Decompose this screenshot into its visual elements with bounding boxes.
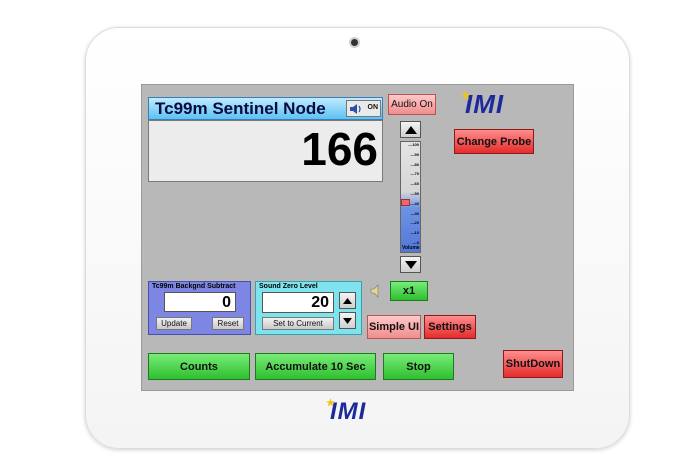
app-screen: Tc99m Sentinel Node ON 166 Audio On —100… (141, 84, 574, 391)
count-value: 166 (301, 123, 378, 175)
volume-tick: —20 (410, 220, 419, 226)
imi-logo: ★ IMI (461, 89, 505, 119)
mute-speaker-button[interactable] (370, 284, 384, 298)
device-logo: ★ IMI (326, 398, 367, 425)
sound-zero-label: Sound Zero Level (259, 283, 318, 290)
volume-label: Volume (402, 245, 420, 251)
speaker-icon (350, 104, 361, 114)
star-icon: ★ (461, 90, 472, 102)
stop-button[interactable]: Stop (383, 353, 454, 380)
volume-tick: —50 (410, 191, 419, 196)
arrow-down-icon (343, 317, 352, 324)
arrow-up-icon (343, 297, 352, 304)
simple-ui-button[interactable]: Simple UI (367, 315, 421, 339)
volume-tick: —40 (410, 200, 419, 206)
counts-button[interactable]: Counts (148, 353, 250, 380)
volume-down-button[interactable] (400, 256, 421, 273)
multiplier-button[interactable]: x1 (390, 281, 428, 301)
settings-button[interactable]: Settings (424, 315, 476, 339)
volume-tick: —30 (410, 210, 419, 216)
volume-slider[interactable]: —100 —90 —80 —70 —60 —50 —40 —30 —20 —10 —0 Volume (400, 141, 421, 253)
sound-zero-panel: Sound Zero Level 20 Set to Current (255, 281, 362, 335)
arrow-down-icon (404, 260, 417, 269)
count-display: 166 (148, 120, 383, 182)
reset-button[interactable]: Reset (212, 317, 244, 330)
volume-tick: —100 (408, 142, 419, 147)
star-icon: ★ (326, 398, 336, 409)
background-subtract-panel: Tc99m Backgnd Subtract 0 Update Reset (148, 281, 251, 335)
speaker-state-text: ON (367, 104, 379, 111)
volume-tick: —70 (410, 171, 419, 177)
sound-zero-down-button[interactable] (339, 312, 356, 329)
accumulate-button[interactable]: Accumulate 10 Sec (255, 353, 376, 380)
volume-up-button[interactable] (400, 121, 421, 138)
volume-tick: —60 (410, 181, 419, 187)
change-probe-button[interactable]: Change Probe (454, 129, 534, 154)
volume-scale: —100 —90 —80 —70 —60 —50 —40 —30 —20 —10 —0 (407, 142, 419, 245)
sound-zero-value-field[interactable]: 20 (262, 292, 334, 313)
sound-zero-up-button[interactable] (339, 292, 356, 309)
shutdown-button[interactable]: ShutDown (503, 350, 563, 378)
volume-tick: —10 (410, 230, 419, 236)
volume-tick: —90 (410, 151, 419, 157)
background-value-field[interactable]: 0 (164, 292, 236, 312)
speaker-icon (370, 284, 379, 298)
audio-on-button[interactable]: Audio On (388, 94, 436, 115)
node-title-bar: Tc99m Sentinel Node ON (148, 97, 383, 120)
speaker-toggle[interactable]: ON (346, 100, 381, 117)
volume-tick: —80 (410, 161, 419, 167)
set-to-current-button[interactable]: Set to Current (262, 317, 334, 330)
camera-icon (351, 39, 358, 46)
update-button[interactable]: Update (156, 317, 192, 330)
background-subtract-label: Tc99m Backgnd Subtract (152, 283, 236, 290)
arrow-up-icon (404, 125, 417, 134)
page-title: Tc99m Sentinel Node (155, 99, 326, 118)
